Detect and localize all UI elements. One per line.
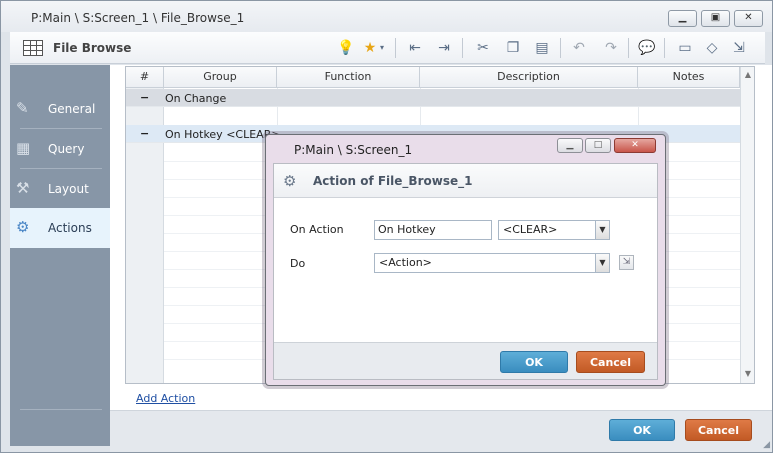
sidebar-item-label: General: [48, 102, 96, 116]
scroll-up-icon[interactable]: ▲: [743, 70, 753, 80]
undo-icon[interactable]: ↶: [570, 39, 588, 57]
toolbar-separator: [664, 38, 665, 58]
toolbar-separator: [628, 38, 629, 58]
paste-icon[interactable]: ▤: [533, 39, 551, 57]
dialog-title: P:Main \ S:Screen_1: [294, 143, 413, 157]
lightbulb-icon[interactable]: 💡: [337, 39, 355, 57]
action-dialog: P:Main \ S:Screen_1 ▁ □ ✕ ⚙ Action of Fi…: [265, 134, 666, 386]
dialog-minimize-button[interactable]: ▁: [557, 138, 583, 153]
sidebar-item-label: Actions: [48, 221, 92, 235]
layout-icon: ⚒: [16, 179, 30, 197]
row-text: On Hotkey <CLEAR>: [165, 128, 281, 141]
on-action-field[interactable]: On Hotkey: [374, 220, 492, 240]
collapse-toggle[interactable]: −: [140, 91, 149, 104]
general-icon: ✎: [16, 99, 29, 117]
column-header-function[interactable]: Function: [277, 67, 420, 88]
gear-icon: ⚙: [283, 172, 297, 190]
minimize-button[interactable]: ▁: [668, 10, 697, 27]
hotkey-select-value: <CLEAR>: [503, 223, 558, 236]
cancel-button[interactable]: Cancel: [685, 419, 752, 441]
toolbar-title: File Browse: [53, 41, 132, 55]
do-select-value: <Action>: [379, 256, 432, 269]
sidebar-item-general[interactable]: ✎ General: [10, 89, 110, 129]
scroll-down-icon[interactable]: ▼: [743, 369, 753, 379]
sidebar-item-layout[interactable]: ⚒ Layout: [10, 169, 110, 209]
diamond-icon[interactable]: ◇: [703, 39, 721, 57]
vertical-scrollbar[interactable]: ▲ ▼: [740, 67, 754, 383]
dialog-close-button[interactable]: ✕: [614, 138, 656, 153]
dialog-ok-button[interactable]: OK: [500, 351, 568, 373]
grid-icon: [23, 40, 43, 56]
expand-icon[interactable]: ⇲: [730, 39, 748, 57]
column-header-notes[interactable]: Notes: [638, 67, 740, 88]
table-row[interactable]: − On Change: [126, 89, 740, 107]
toolbar: File Browse 💡 ★ ▾ ⇤ ⇥ ✂ ❐ ▤ ↶ ↷ 💬 ▭ ◇ ⇲: [10, 32, 765, 64]
title-bar: P:Main \ S:Screen_1 \ File_Browse_1 ▁ ▣ …: [1, 1, 772, 32]
toolbar-separator: [395, 38, 396, 58]
hotkey-select[interactable]: <CLEAR> ▼: [498, 220, 610, 240]
query-icon: ▦: [16, 139, 31, 157]
row-text: On Change: [165, 92, 227, 105]
do-label: Do: [290, 257, 306, 270]
indent-icon[interactable]: ⇥: [435, 39, 453, 57]
dialog-maximize-button[interactable]: □: [585, 138, 611, 153]
column-header-number[interactable]: #: [126, 67, 164, 88]
ok-button[interactable]: OK: [609, 419, 675, 441]
dialog-cancel-button[interactable]: Cancel: [576, 351, 645, 373]
redo-icon[interactable]: ↷: [602, 39, 620, 57]
resize-grip-icon[interactable]: ◢: [763, 440, 770, 450]
actions-icon: ⚙: [16, 218, 30, 236]
chevron-down-icon[interactable]: ▼: [595, 254, 609, 272]
edit-action-icon[interactable]: ⇲: [619, 255, 634, 270]
sidebar-item-actions[interactable]: ⚙ Actions: [10, 208, 110, 248]
dialog-header: ⚙ Action of File_Browse_1: [274, 164, 657, 198]
dialog-heading: Action of File_Browse_1: [313, 174, 473, 188]
sidebar-item-label: Layout: [48, 182, 89, 196]
toolbar-separator: [462, 38, 463, 58]
column-header-description[interactable]: Description: [420, 67, 638, 88]
on-action-label: On Action: [290, 223, 344, 236]
do-select[interactable]: <Action> ▼: [374, 253, 610, 273]
sidebar: ✎ General ▦ Query ⚒ Layout ⚙ Actions: [10, 65, 110, 446]
dialog-footer: OK Cancel: [274, 342, 657, 379]
sidebar-divider: [20, 409, 102, 410]
toolbar-separator: [560, 38, 561, 58]
chevron-down-icon[interactable]: ▼: [595, 221, 609, 239]
sidebar-item-label: Query: [48, 142, 85, 156]
chevron-down-icon[interactable]: ▾: [377, 39, 387, 57]
close-button[interactable]: ✕: [734, 10, 763, 27]
sidebar-item-query[interactable]: ▦ Query: [10, 129, 110, 169]
outdent-icon[interactable]: ⇤: [406, 39, 424, 57]
column-header-group[interactable]: Group: [164, 67, 277, 88]
comment-icon[interactable]: 💬: [638, 39, 656, 57]
add-action-link[interactable]: Add Action: [136, 392, 195, 405]
footer-bar: OK Cancel ◢: [110, 410, 772, 452]
copy-icon[interactable]: ❐: [504, 39, 522, 57]
cut-icon[interactable]: ✂: [474, 39, 492, 57]
note-icon[interactable]: ▭: [676, 39, 694, 57]
maximize-button[interactable]: ▣: [701, 10, 730, 27]
collapse-toggle[interactable]: −: [140, 127, 149, 140]
dialog-body: ⚙ Action of File_Browse_1 On Action On H…: [273, 163, 658, 380]
window-title: P:Main \ S:Screen_1 \ File_Browse_1: [31, 11, 245, 25]
